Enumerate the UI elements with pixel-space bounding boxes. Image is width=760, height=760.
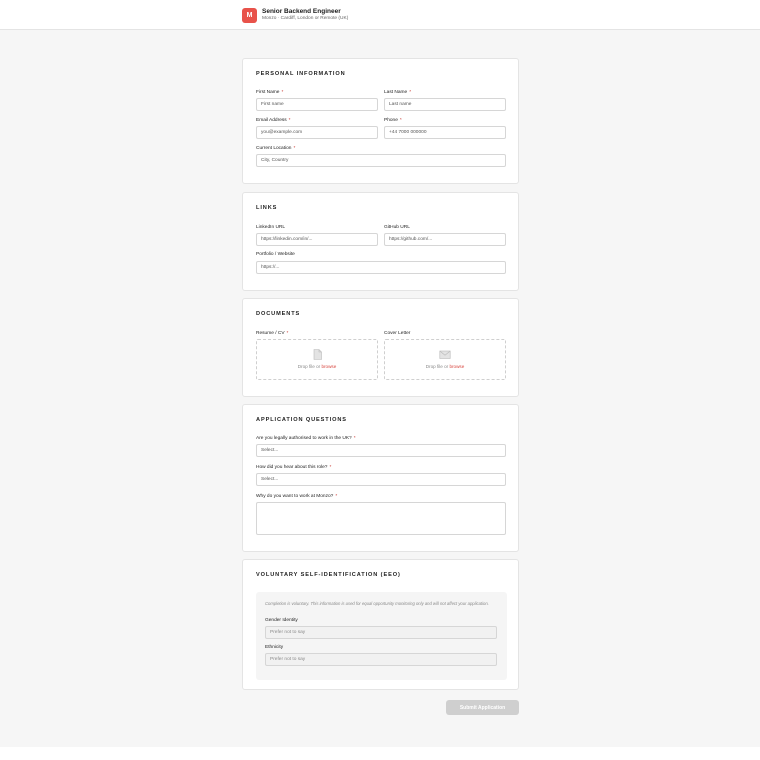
work-authorisation-select[interactable]: Select... [256,444,506,457]
resume-dropzone[interactable]: Drop file or browse [256,339,378,380]
dropzone-text: Drop file or browse [297,364,337,369]
gender-identity-select[interactable]: Prefer not to say [265,626,497,639]
motivation-label: Why do you want to work at Monzo? * [256,494,338,499]
motivation-textarea[interactable] [256,502,506,535]
company-logo: M [242,8,257,23]
required-marker: * [288,118,291,123]
location-input[interactable]: City, Country [256,154,506,167]
section-title: VOLUNTARY SELF-IDENTIFICATION (EEO) [256,572,401,578]
github-input[interactable]: https://github.com/... [384,233,506,246]
page-header: M Senior Backend Engineer Monzo · Cardif… [0,0,760,30]
location-label: Current Location * [256,146,296,151]
eeo-disclaimer: Completion is voluntary. This informatio… [265,601,489,606]
linkedin-label: LinkedIn URL [256,225,286,230]
first-name-label: First Name * [256,90,284,95]
referral-source-label: How did you hear about this role? * [256,465,332,470]
required-marker: * [293,146,296,151]
referral-source-select[interactable]: Select... [256,473,506,486]
document-icon [313,349,322,360]
page-footer [0,747,760,760]
browse-link[interactable]: browse [321,364,336,369]
documents-section: DOCUMENTS Resume / CV * Drop file or brow… [242,298,519,397]
personal-information-section: PERSONAL INFORMATION First Name * First n… [242,58,519,184]
email-input[interactable]: you@example.com [256,126,378,139]
links-section: LINKS LinkedIn URL https://linkedin.com/… [242,192,519,291]
required-marker: * [353,436,356,441]
linkedin-input[interactable]: https://linkedin.com/in/... [256,233,378,246]
eeo-section: VOLUNTARY SELF-IDENTIFICATION (EEO) Comp… [242,559,519,690]
github-label: GitHub URL [384,225,410,230]
job-subtitle: Monzo · Cardiff, London or Remote (UK) [262,16,349,21]
resume-label: Resume / CV * [256,331,289,336]
section-title: APPLICATION QUESTIONS [256,417,347,423]
browse-link[interactable]: browse [449,364,464,369]
required-marker: * [399,118,402,123]
section-title: LINKS [256,205,278,211]
email-label: Email Address * [256,118,291,123]
cover-letter-label: Cover Letter [384,331,411,336]
last-name-input[interactable]: Last name [384,98,506,111]
required-marker: * [286,331,289,336]
phone-input[interactable]: +44 7000 000000 [384,126,506,139]
dropzone-text: Drop file or browse [425,364,465,369]
gender-identity-label: Gender Identity [265,618,298,623]
envelope-icon [439,350,451,359]
phone-label: Phone * [384,118,402,123]
section-title: DOCUMENTS [256,311,301,317]
application-questions-section: APPLICATION QUESTIONS Are you legally au… [242,404,519,552]
cover-letter-dropzone[interactable]: Drop file or browse [384,339,506,380]
eeo-panel: Completion is voluntary. This informatio… [256,592,507,680]
submit-application-button[interactable]: Submit Application [446,700,519,715]
work-authorisation-label: Are you legally authorised to work in th… [256,436,356,441]
job-title: Senior Backend Engineer [262,8,341,15]
portfolio-input[interactable]: https://... [256,261,506,274]
first-name-input[interactable]: First name [256,98,378,111]
ethnicity-select[interactable]: Prefer not to say [265,653,497,666]
section-title: PERSONAL INFORMATION [256,71,346,77]
required-marker: * [281,90,284,95]
last-name-label: Last Name * [384,90,412,95]
required-marker: * [409,90,412,95]
required-marker: * [335,494,338,499]
required-marker: * [329,465,332,470]
portfolio-label: Portfolio / Website [256,252,295,257]
ethnicity-label: Ethnicity [265,645,284,650]
